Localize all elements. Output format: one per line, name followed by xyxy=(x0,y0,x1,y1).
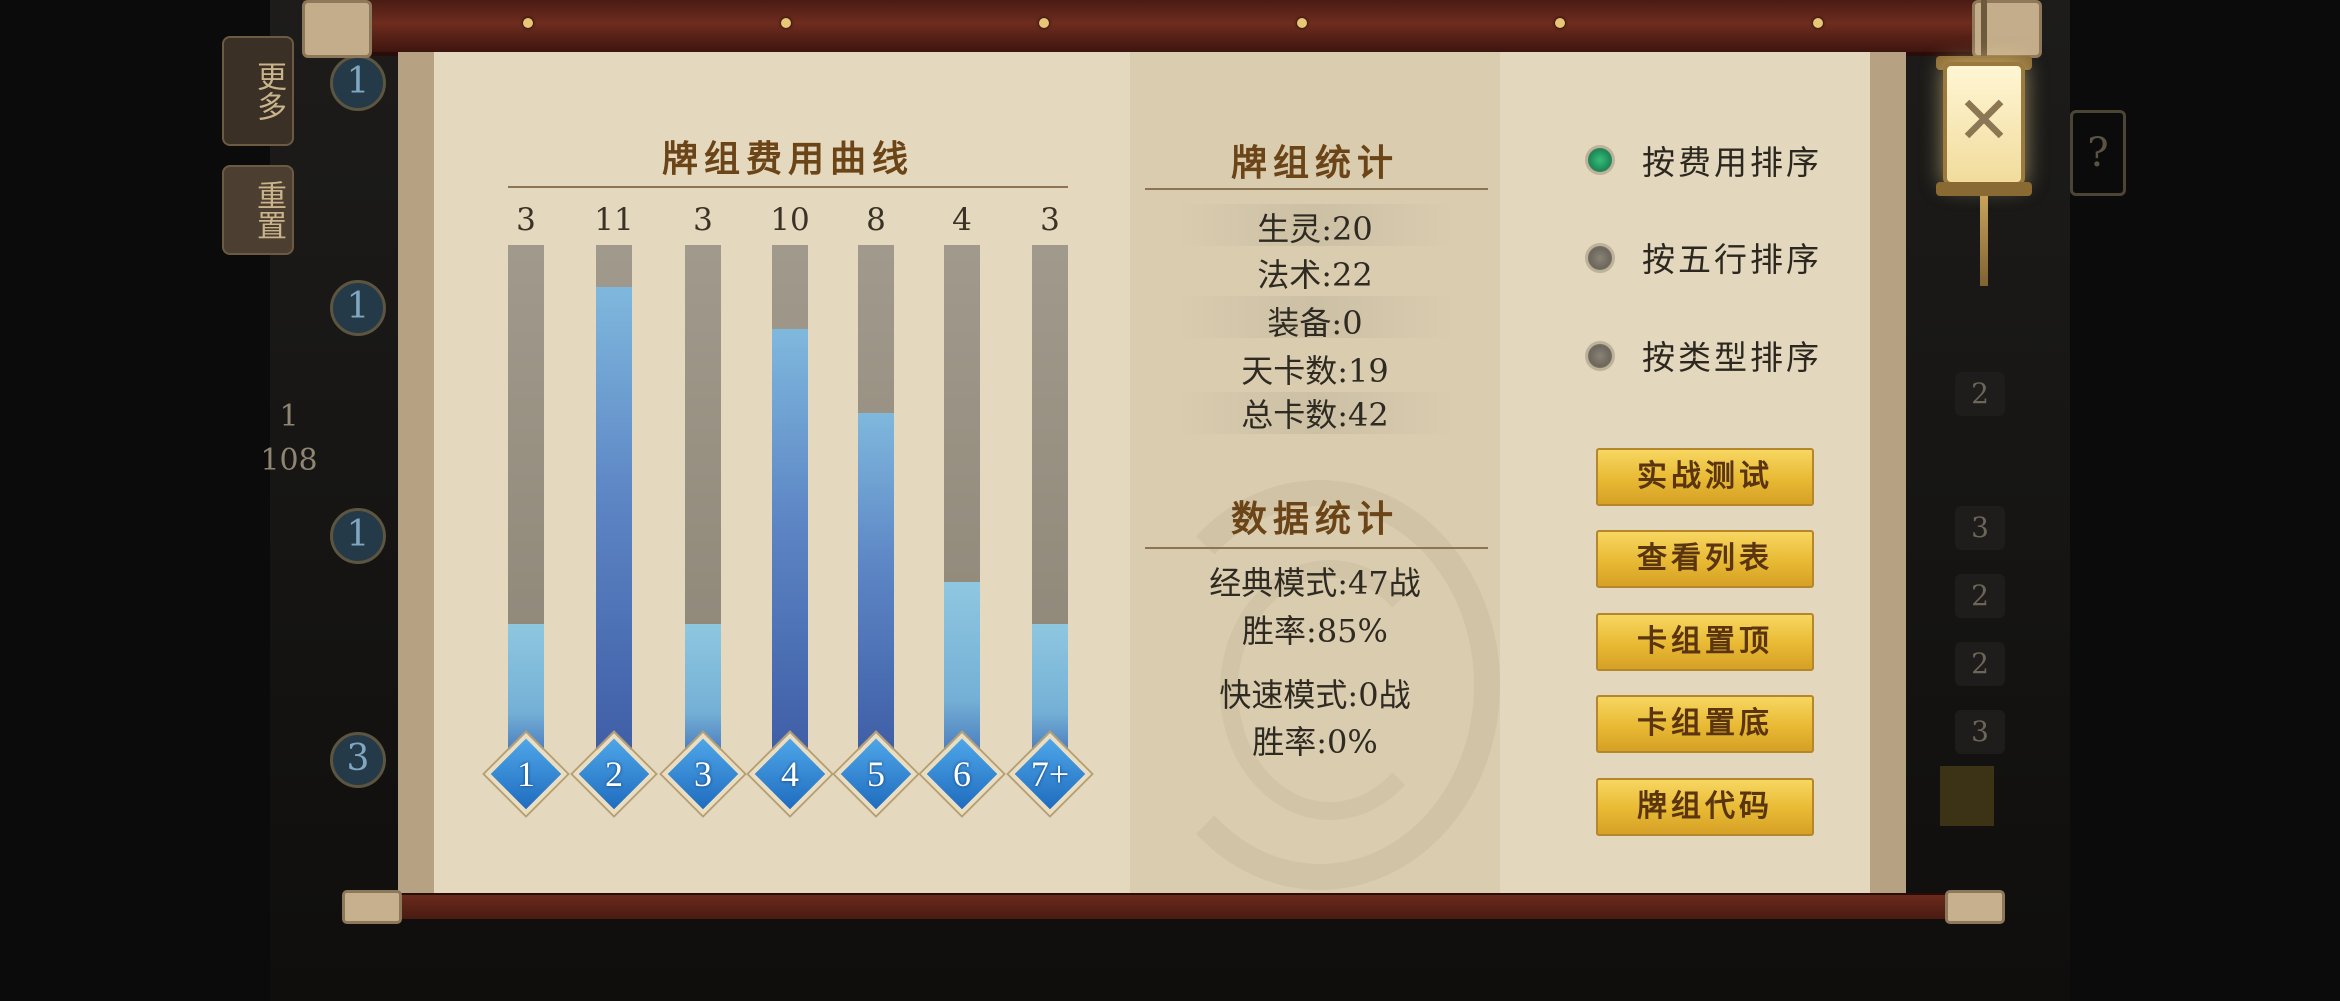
rod-stud xyxy=(523,18,533,28)
cost-count-label: 11 xyxy=(594,202,634,238)
cost-bar-track xyxy=(685,245,721,750)
data-stats-title: 数据统计 xyxy=(1230,498,1399,540)
cost-count-label: 3 xyxy=(516,202,536,238)
scroll-bottom-rod xyxy=(345,893,1995,919)
scroll-rod-cap xyxy=(342,890,402,924)
cost-bar-track xyxy=(596,245,632,750)
cost-count-label: 4 xyxy=(952,202,972,238)
sort-by-type-label[interactable]: 按类型排序 xyxy=(1642,331,1822,379)
card-count: 2 xyxy=(1955,574,2005,618)
cost-bar xyxy=(772,329,808,750)
card-count: 2 xyxy=(1955,642,2005,686)
cost-bar xyxy=(685,624,721,750)
cost-category-label: 3 xyxy=(694,754,712,794)
classic-win-rate: 胜率:85% xyxy=(1242,612,1388,650)
cost-badge: 1 xyxy=(330,55,386,111)
classic-mode-games: 经典模式:47战 xyxy=(1209,564,1421,602)
spell-count: 法术:22 xyxy=(1257,256,1373,294)
cost-bar xyxy=(858,413,894,750)
card-count: 3 xyxy=(1955,710,2005,754)
cost-category-label: 4 xyxy=(781,754,799,794)
cost-curve-title: 牌组费用曲线 xyxy=(661,138,914,180)
cost-badge: 1 xyxy=(330,508,386,564)
deck-code-button[interactable]: 牌组代码 xyxy=(1596,778,1814,836)
cost-bar xyxy=(596,287,632,750)
rod-stud xyxy=(1297,18,1307,28)
close-icon[interactable]: ✕ xyxy=(1943,86,2025,156)
battle-test-button[interactable]: 实战测试 xyxy=(1596,448,1814,506)
title-divider xyxy=(1145,188,1488,190)
cost-category-label: 1 xyxy=(517,754,535,794)
cost-bar-track xyxy=(1032,245,1068,750)
cost-bar xyxy=(1032,624,1068,750)
cost-bar xyxy=(508,624,544,750)
card-count: 3 xyxy=(1955,506,2005,550)
sort-by-cost-radio[interactable] xyxy=(1585,145,1615,175)
sort-by-cost-label[interactable]: 按费用排序 xyxy=(1642,136,1822,184)
lantern-cap xyxy=(1936,182,2032,196)
cost-category-label: 6 xyxy=(953,754,971,794)
pin-deck-top-button[interactable]: 卡组置顶 xyxy=(1596,613,1814,671)
cost-category-label: 2 xyxy=(605,754,623,794)
quick-mode-games: 快速模式:0战 xyxy=(1219,676,1411,714)
card-count: 2 xyxy=(1955,372,2005,416)
cost-bar-track xyxy=(508,245,544,750)
page-indicator: 1 108 xyxy=(258,395,320,595)
scroll-top-rod xyxy=(303,0,2037,56)
sort-by-element-label[interactable]: 按五行排序 xyxy=(1642,233,1822,281)
sort-by-type-radio[interactable] xyxy=(1585,341,1615,371)
cost-bar xyxy=(944,582,980,750)
more-tab[interactable]: 更多 xyxy=(222,36,294,146)
cost-badge: 3 xyxy=(330,732,386,788)
cost-bar-track xyxy=(858,245,894,750)
cost-count-label: 3 xyxy=(1040,202,1060,238)
scroll-rod-cap xyxy=(302,0,372,58)
total-card-count: 总卡数:42 xyxy=(1241,396,1389,434)
cost-count-label: 3 xyxy=(693,202,713,238)
pin-deck-bottom-button[interactable]: 卡组置底 xyxy=(1596,695,1814,753)
sort-by-element-radio[interactable] xyxy=(1585,243,1615,273)
view-list-button[interactable]: 查看列表 xyxy=(1596,530,1814,588)
page-current: 1 xyxy=(279,399,299,434)
cost-bar-track xyxy=(772,245,808,750)
creature-count: 生灵:20 xyxy=(1257,210,1373,248)
reset-tab[interactable]: 重置 xyxy=(222,165,294,255)
quick-win-rate: 胜率:0% xyxy=(1252,723,1378,761)
cost-bar-track xyxy=(944,245,980,750)
rod-stud xyxy=(1555,18,1565,28)
deck-stats-title: 牌组统计 xyxy=(1230,142,1399,184)
background-confirm-button[interactable] xyxy=(1940,766,1994,826)
cost-category-label: 7+ xyxy=(1030,754,1070,794)
sky-card-count: 天卡数:19 xyxy=(1241,352,1389,390)
title-divider xyxy=(1145,547,1488,549)
cost-category-label: 5 xyxy=(867,754,885,794)
cost-badge: 1 xyxy=(330,280,386,336)
cost-count-label: 10 xyxy=(770,202,810,238)
rod-stud xyxy=(1039,18,1049,28)
rod-stud xyxy=(1813,18,1823,28)
title-divider xyxy=(508,186,1068,188)
help-icon[interactable]: ? xyxy=(2070,110,2126,196)
cost-count-label: 8 xyxy=(866,202,886,238)
equipment-count: 装备:0 xyxy=(1267,304,1363,342)
rod-stud xyxy=(781,18,791,28)
page-total: 108 xyxy=(260,443,318,478)
lantern-tassel xyxy=(1980,196,1988,286)
scroll-rod-cap xyxy=(1945,890,2005,924)
